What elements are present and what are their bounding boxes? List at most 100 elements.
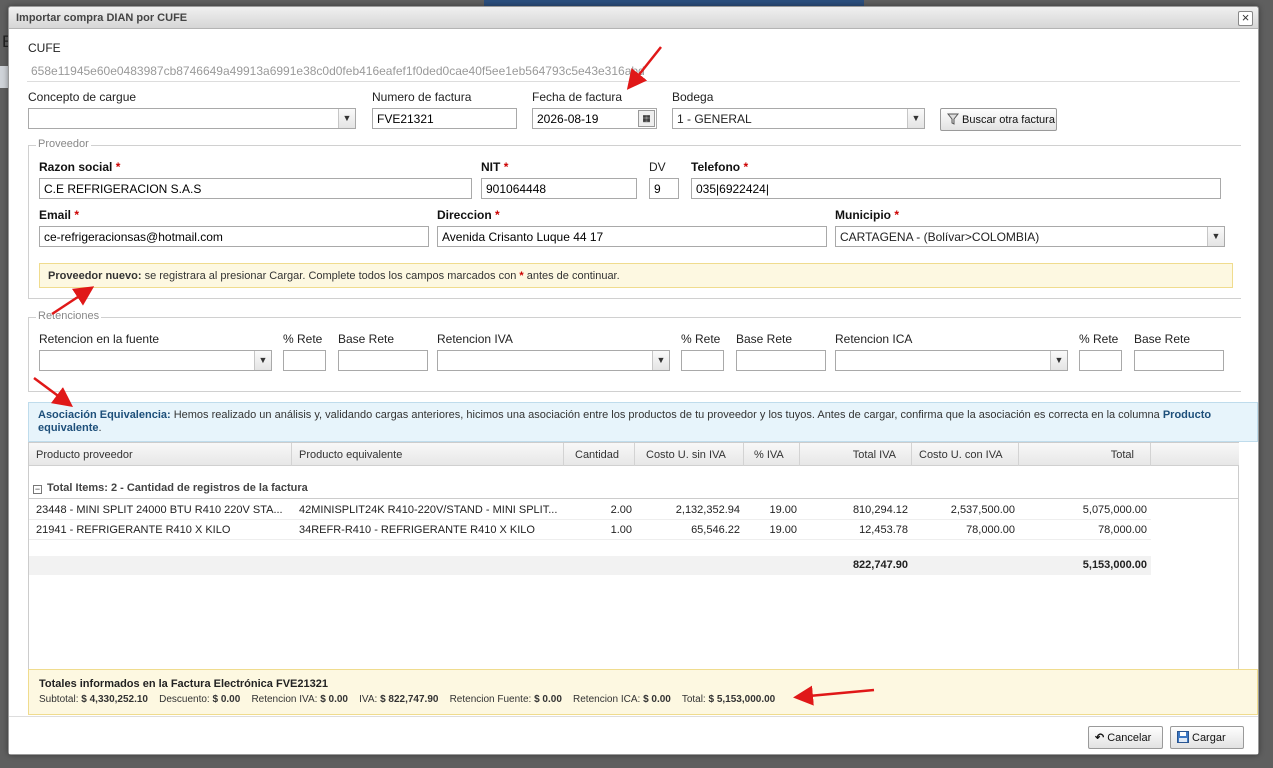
rete-fuente-total-label: Retencion Fuente: [449, 694, 532, 705]
cancel-button[interactable]: ↶ Cancelar [1088, 726, 1163, 749]
pct-rete-iva-input[interactable] [681, 350, 724, 371]
cell-cantidad: 2.00 [610, 504, 632, 516]
dialog-body: CUFE 658e11945e60e0483987cb8746649a49913… [9, 30, 1258, 716]
concepto-select[interactable]: ▼ [28, 108, 356, 129]
rete-ica-select[interactable]: ▼ [835, 350, 1068, 371]
base-rete-ica-input[interactable] [1134, 350, 1224, 371]
iva-label: IVA: [359, 694, 378, 705]
totales-line: Subtotal: $ 4,330,252.10 Descuento: $ 0.… [39, 694, 1247, 705]
retenciones-legend: Retenciones [36, 310, 102, 322]
table-row[interactable]: 21941 - REFRIGERANTE R410 X KILO 34REFR-… [29, 520, 1151, 540]
municipio-label: Municipio * [835, 208, 899, 222]
dialog-titlebar: Importar compra DIAN por CUFE × [9, 7, 1258, 29]
load-button[interactable]: Cargar [1170, 726, 1244, 749]
chevron-down-icon: ▼ [338, 109, 355, 128]
pct-rete-ica-label: % Rete [1079, 332, 1119, 346]
save-icon [1177, 731, 1189, 743]
telefono-label: Telefono * [691, 160, 748, 174]
fecha-label: Fecha de factura [532, 90, 623, 104]
municipio-value: CARTAGENA - (Bolívar>COLOMBIA) [840, 230, 1040, 244]
cell-total-iva: 12,453.78 [859, 524, 908, 536]
numero-label: Numero de factura [372, 90, 472, 104]
col-total-iva[interactable]: Total IVA [800, 443, 912, 466]
fecha-input[interactable]: 2026-08-19 ▦ [532, 108, 657, 129]
base-rete-fuente-input[interactable] [338, 350, 428, 371]
group-label: Total Items: 2 - Cantidad de registros d… [47, 482, 308, 494]
required-mark: * [503, 160, 509, 174]
col-total[interactable]: Total [1019, 443, 1151, 466]
totales-title: Totales informados en la Factura Electró… [39, 678, 328, 690]
direccion-input[interactable]: Avenida Crisanto Luque 44 17 [437, 226, 827, 247]
proveedor-legend: Proveedor [36, 138, 91, 150]
cell-cantidad: 1.00 [610, 524, 632, 536]
filter-icon [946, 113, 960, 125]
col-producto-equivalente[interactable]: Producto equivalente [292, 443, 564, 466]
required-mark: * [894, 208, 900, 222]
table-row[interactable]: 23448 - MINI SPLIT 24000 BTU R410 220V S… [29, 500, 1151, 520]
cell-costo-sin-iva: 65,546.22 [691, 524, 740, 536]
bodega-value: 1 - GENERAL [677, 112, 752, 126]
rete-fuente-total-value: $ 0.00 [534, 694, 562, 705]
bodega-select[interactable]: 1 - GENERAL ▼ [672, 108, 925, 129]
cell-total: 78,000.00 [1098, 524, 1147, 536]
telefono-label-text: Telefono [691, 160, 741, 174]
base-rete-iva-input[interactable] [736, 350, 826, 371]
email-input[interactable]: ce-refrigeracionsas@hotmail.com [39, 226, 429, 247]
sum-total: 5,153,000.00 [1082, 559, 1147, 571]
rete-fuente-select[interactable]: ▼ [39, 350, 272, 371]
col-costo-sin-iva[interactable]: Costo U. sin IVA [635, 443, 744, 466]
required-mark: * [115, 160, 121, 174]
rete-ica-total-value: $ 0.00 [643, 694, 671, 705]
cufe-label: CUFE [28, 41, 61, 55]
cell-pct-iva: 19.00 [769, 504, 797, 516]
dv-input[interactable]: 9 [649, 178, 679, 199]
cell-total-iva: 810,294.12 [852, 504, 908, 516]
nit-label-text: NIT [481, 160, 501, 174]
base-rete-fuente-label: Base Rete [338, 332, 395, 346]
bodega-label: Bodega [672, 90, 714, 104]
calendar-icon[interactable]: ▦ [638, 110, 655, 127]
pct-rete-ica-input[interactable] [1079, 350, 1122, 371]
collapse-icon[interactable]: − [33, 485, 42, 494]
grid-header: Producto proveedor Producto equivalente … [29, 443, 1239, 466]
pct-rete-fuente-input[interactable] [283, 350, 326, 371]
cell-costo-con-iva: 2,537,500.00 [950, 504, 1015, 516]
buscar-label: Buscar otra factura [962, 114, 1055, 126]
dialog-title: Importar compra DIAN por CUFE [16, 12, 188, 24]
summary-row: 822,747.90 5,153,000.00 [29, 556, 1151, 575]
rete-iva-total-label: Retencion IVA: [251, 694, 318, 705]
municipio-select[interactable]: CARTAGENA - (Bolívar>COLOMBIA) ▼ [835, 226, 1225, 247]
email-label-text: Email [39, 208, 72, 222]
email-label: Email * [39, 208, 79, 222]
load-label: Cargar [1192, 732, 1226, 744]
col-pct-iva[interactable]: % IVA [744, 443, 800, 466]
alert-text: se registrara al presionar Cargar. Compl… [141, 270, 520, 282]
cell-costo-sin-iva: 2,132,352.94 [675, 504, 740, 516]
asociacion-info: Asociación Equivalencia: Hemos realizado… [28, 402, 1258, 442]
iva-value: $ 822,747.90 [380, 694, 439, 705]
chevron-down-icon: ▼ [1050, 351, 1067, 370]
cufe-field[interactable]: 658e11945e60e0483987cb8746649a49913a6991… [27, 61, 1240, 82]
col-cantidad[interactable]: Cantidad [564, 443, 635, 466]
subtotal-label: Subtotal: [39, 694, 79, 705]
buscar-otra-factura-button[interactable]: Buscar otra factura [940, 108, 1057, 131]
razon-input[interactable]: C.E REFRIGERACION S.A.S [39, 178, 472, 199]
base-rete-ica-label: Base Rete [1134, 332, 1191, 346]
nit-input[interactable]: 901064448 [481, 178, 637, 199]
subtotal-value: $ 4,330,252.10 [81, 694, 148, 705]
col-producto-proveedor[interactable]: Producto proveedor [29, 443, 292, 466]
rete-iva-select[interactable]: ▼ [437, 350, 670, 371]
close-icon[interactable]: × [1238, 11, 1253, 26]
totales-factura: Totales informados en la Factura Electró… [28, 669, 1258, 715]
group-row[interactable]: − Total Items: 2 - Cantidad de registros … [29, 479, 1239, 499]
cell-producto-equivalente: 34REFR-R410 - REFRIGERANTE R410 X KILO [299, 524, 535, 536]
chevron-down-icon: ▼ [907, 109, 924, 128]
direccion-label-text: Direccion [437, 208, 492, 222]
telefono-input[interactable]: 035|6922424| [691, 178, 1221, 199]
numero-input[interactable]: FVE21321 [372, 108, 517, 129]
col-costo-con-iva[interactable]: Costo U. con IVA [912, 443, 1019, 466]
rete-ica-label: Retencion ICA [835, 332, 913, 346]
asociacion-end: . [98, 422, 102, 434]
dialog-footer: ↶ Cancelar Cargar [9, 716, 1258, 754]
razon-label-text: Razon social [39, 160, 113, 174]
